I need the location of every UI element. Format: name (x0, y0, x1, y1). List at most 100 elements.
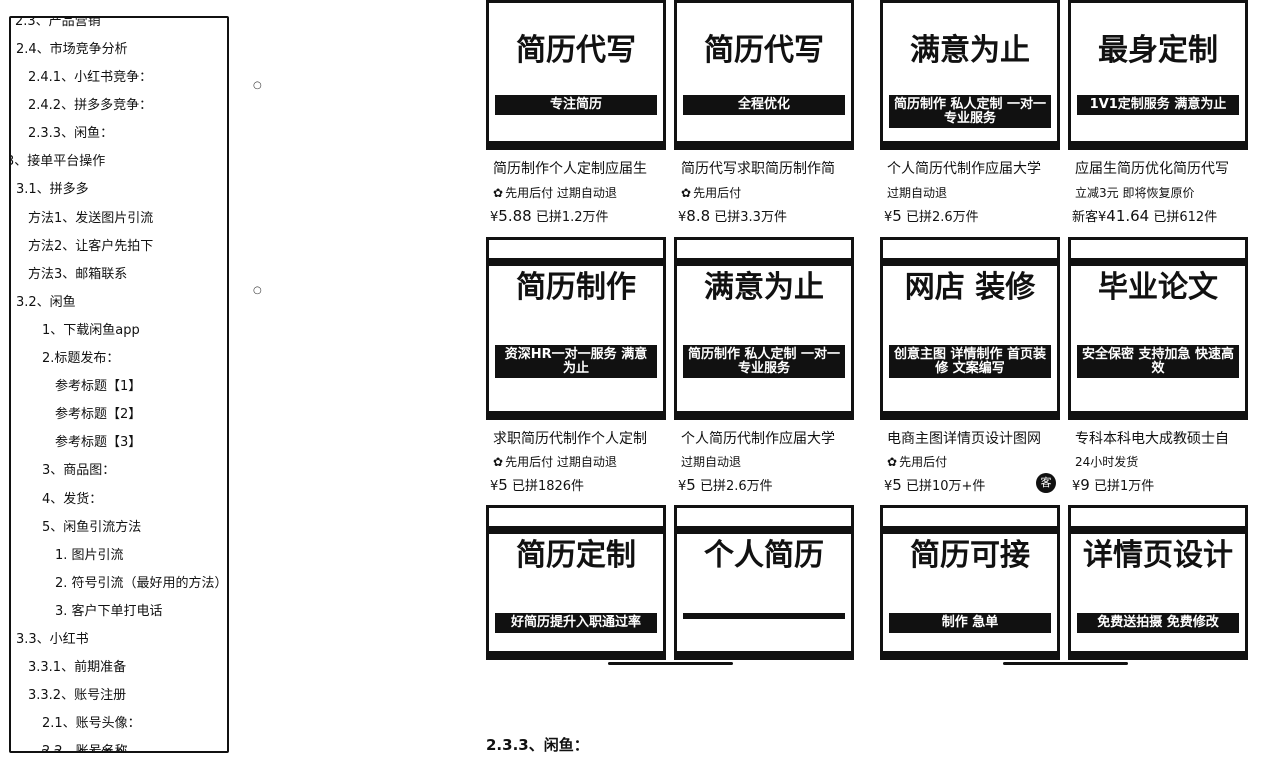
toc-item[interactable]: 2.4.2、拼多多竞争： (11, 92, 227, 120)
product-image[interactable]: 满意为止简历制作 私人定制 一对一专业服务 (880, 0, 1060, 150)
product-image-caption (683, 613, 845, 619)
product-image[interactable]: 毕业论文 安全保密 支持加急 快速高效 (1068, 237, 1248, 420)
product-title[interactable]: 求职简历代制作个人定制 (493, 428, 673, 448)
product-image[interactable]: 简历定制 好简历提升入职通过率 (486, 505, 666, 660)
product-card[interactable]: 简历制作 资深HR一对一服务 满意为止 求职简历代制作个人定制 ✿ 先用后付 过期自动退… (486, 237, 666, 494)
product-image[interactable]: 个人简历 (674, 505, 854, 660)
toc-item[interactable]: 参考标题【2】 (11, 401, 227, 429)
product-title[interactable]: 专科本科电大成教硕士自 (1075, 428, 1255, 448)
product-card[interactable]: 简历可接 制作 急单 (880, 505, 1060, 665)
toc-item[interactable]: 方法1、发送图片引流 (11, 205, 227, 233)
toc-item[interactable]: 2. 符号引流（最好用的方法） (11, 570, 227, 598)
product-card[interactable]: 最身定制 1V1定制服务 满意为止 应届生简历优化简历代写 立减3元 即将恢复原价 新客… (1068, 0, 1248, 237)
customer-service-icon[interactable]: 客 (1036, 473, 1056, 493)
product-image-caption: 免费送拍摄 免费修改 (1077, 613, 1239, 633)
toc-item[interactable]: 2.4、市场竞争分析 (11, 36, 227, 64)
toc-item[interactable]: 2.3.3、闲鱼： (11, 120, 227, 148)
product-card[interactable]: 满意为止 简历制作 私人定制 一对一专业服务 个人简历代制作应届大学 过期自动退 ¥5 … (674, 237, 854, 494)
product-tag-text: 先用后付 (899, 455, 948, 469)
product-tag: 立减3元 即将恢复原价 (1075, 184, 1194, 201)
toc-item[interactable]: 2.1、账号头像： (11, 710, 227, 738)
toc-item-partial[interactable]: 2.3、产品营销 (15, 18, 101, 29)
product-sold-count: 已拼10万+件 (905, 479, 986, 494)
product-price: 5 (686, 476, 696, 494)
product-sold-count: 已拼2.6万件 (905, 210, 979, 225)
product-image-caption: 制作 急单 (889, 613, 1051, 633)
product-image-caption: 简历制作 私人定制 一对一专业服务 (889, 95, 1051, 129)
product-tag-text: 过期自动退 (887, 186, 948, 200)
carousel-scrollbar[interactable] (608, 662, 733, 665)
toc-item[interactable]: 3.3、小红书 (11, 626, 227, 654)
product-title[interactable]: 个人简历代制作应届大学 (887, 158, 1067, 178)
toc-item-partial-bottom[interactable]: 2.3、个人简介 (41, 744, 127, 751)
product-card[interactable]: 简历代写 全程优化 简历代写求职简历制作简 ✿ 先用后付 ¥8.8 已拼3.3万件 (674, 0, 854, 237)
section-heading: 2.3.3、闲鱼： (486, 736, 589, 754)
product-image[interactable]: 简历可接 制作 急单 (880, 505, 1060, 660)
product-card[interactable]: 满意为止 简历制作 私人定制 一对一专业服务 个人简历代制作应届大学 过期自动退 ¥5 … (880, 0, 1060, 237)
product-image[interactable]: 网店 装修 创意主图 详情制作 首页装修 文案编写 (880, 237, 1060, 420)
toc-item[interactable]: 2.标题发布： (11, 345, 227, 373)
product-price: 5 (498, 476, 508, 494)
product-image-caption: 专注简历 (495, 95, 657, 115)
toc-item[interactable]: 1. 图片引流 (11, 542, 227, 570)
carousel-scrollbar[interactable] (1003, 662, 1128, 665)
product-image-headline: 最身定制 (1098, 33, 1218, 68)
product-image-headline: 满意为止 (704, 270, 824, 305)
product-tag-text: 先用后付 过期自动退 (505, 455, 617, 469)
toc-panel: 2.3、产品营销 2.4、市场竞争分析 2.4.1、小红书竞争： 2.4.2、拼多多… (9, 16, 229, 753)
product-image[interactable]: 最身定制 1V1定制服务 满意为止 (1068, 0, 1248, 150)
product-sold-count: 已拼3.3万件 (714, 210, 787, 225)
shield-icon: ✿ (887, 455, 898, 469)
toc-item[interactable]: 1、下载闲鱼app (11, 317, 227, 345)
toc-item[interactable]: 3、商品图： (11, 457, 227, 485)
product-image[interactable]: 满意为止 简历制作 私人定制 一对一专业服务 (674, 237, 854, 420)
toc-item[interactable]: 3. 客户下单打电话 (11, 598, 227, 626)
product-title[interactable]: 简历制作个人定制应届生 (493, 158, 673, 178)
product-card[interactable]: 网店 装修 创意主图 详情制作 首页装修 文案编写 电商主图详情页设计图网 ✿ 先用后付… (880, 237, 1060, 494)
product-tag: 过期自动退 (887, 184, 947, 201)
product-title[interactable]: 应届生简历优化简历代写 (1075, 158, 1255, 178)
product-image-caption: 好简历提升入职通过率 (495, 613, 657, 633)
toc-item[interactable]: 方法3、邮箱联系 (11, 261, 227, 289)
product-price: 8.8 (686, 207, 711, 225)
marker-dot: ○ (253, 80, 262, 91)
price-currency: 新客¥ (1072, 210, 1107, 225)
product-image-headline: 满意为止 (910, 33, 1030, 68)
product-image[interactable]: 详情页设计 免费送拍摄 免费修改 (1068, 505, 1248, 660)
toc-item[interactable]: 3、接单平台操作 (11, 148, 227, 176)
product-title[interactable]: 简历代写求职简历制作简 (681, 158, 861, 178)
toc-item[interactable]: 2.4.1、小红书竞争： (11, 64, 227, 92)
toc-item[interactable]: 参考标题【1】 (11, 373, 227, 401)
product-card[interactable]: 详情页设计 免费送拍摄 免费修改 (1068, 505, 1248, 665)
product-title[interactable]: 个人简历代制作应届大学 (681, 428, 861, 448)
toc-item[interactable]: 3.2、闲鱼 (11, 289, 227, 317)
toc-item[interactable]: 4、发货： (11, 486, 227, 514)
toc-item[interactable]: 3.3.2、账号注册 (11, 682, 227, 710)
product-price: 5 (892, 476, 902, 494)
toc-item[interactable]: 方法2、让客户先拍下 (11, 233, 227, 261)
product-card[interactable]: 个人简历 (674, 505, 854, 665)
product-tag: ✿ 先用后付 (681, 184, 741, 201)
product-image-headline: 毕业论文 (1098, 270, 1218, 305)
toc-item[interactable]: 3.1、拼多多 (11, 176, 227, 204)
product-image[interactable]: 简历制作 资深HR一对一服务 满意为止 (486, 237, 666, 420)
toc-item[interactable]: 5、闲鱼引流方法 (11, 514, 227, 542)
product-card[interactable]: 毕业论文 安全保密 支持加急 快速高效 专科本科电大成教硕士自 24小时发货 ¥9 已拼… (1068, 237, 1248, 494)
toc-item[interactable]: 3.3.1、前期准备 (11, 654, 227, 682)
toc-list: 2.4、市场竞争分析 2.4.1、小红书竞争： 2.4.2、拼多多竞争： 2.3.3、… (11, 36, 227, 751)
product-image-headline: 简历可接 (910, 538, 1030, 573)
product-image[interactable]: 简历代写 专注简历 (486, 0, 666, 150)
product-price-line: ¥8.8 已拼3.3万件 (678, 206, 787, 225)
product-price-line: ¥5 已拼10万+件 (884, 475, 985, 494)
product-price: 5 (892, 207, 902, 225)
product-image[interactable]: 简历代写 全程优化 (674, 0, 854, 150)
product-price-line: ¥5 已拼2.6万件 (678, 475, 773, 494)
product-card[interactable]: 简历定制 好简历提升入职通过率 (486, 505, 666, 665)
product-title[interactable]: 电商主图详情页设计图网 (887, 428, 1067, 448)
product-price: 5.88 (498, 207, 532, 225)
product-image-caption: 1V1定制服务 满意为止 (1077, 95, 1239, 115)
product-card[interactable]: 简历代写 专注简历 简历制作个人定制应届生 ✿ 先用后付 过期自动退 ¥5.88 已拼1.… (486, 0, 666, 237)
product-image-caption: 全程优化 (683, 95, 845, 115)
product-tag-text: 先用后付 过期自动退 (505, 186, 617, 200)
toc-item[interactable]: 参考标题【3】 (11, 429, 227, 457)
